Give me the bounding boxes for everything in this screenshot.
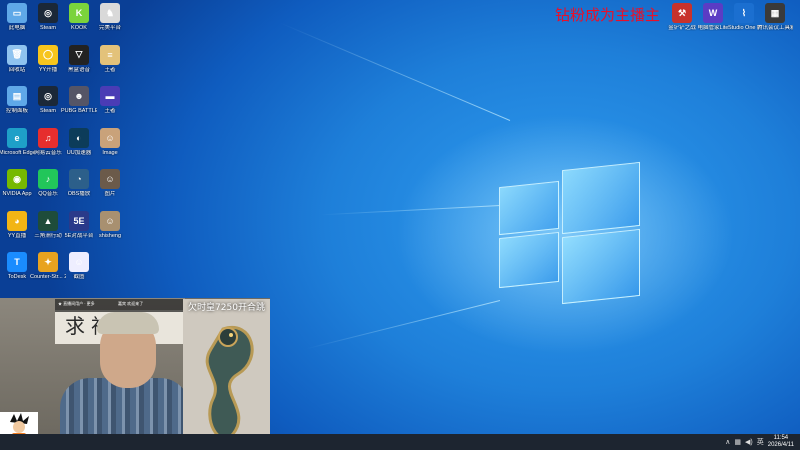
shortcut-label: shisheng xyxy=(98,232,122,239)
photo2-icon: ☺ xyxy=(100,169,120,189)
gold-shovel-icon: ⚒ xyxy=(672,3,692,23)
qq-music-icon: ♪ xyxy=(38,169,58,189)
shortcut-label: Image xyxy=(102,149,118,156)
desktop-shortcut[interactable]: ≡ 王者 xyxy=(92,44,128,73)
desktop-shortcut[interactable]: ☺ 图片 xyxy=(92,169,128,197)
heybox-icon: ▽ xyxy=(69,44,89,65)
streamer-hair xyxy=(97,312,159,334)
dragon-artwork xyxy=(183,299,270,450)
volume-icon[interactable]: ◀) xyxy=(745,438,753,446)
photo-icon: ☺ xyxy=(100,127,120,148)
windows-logo xyxy=(495,160,645,310)
photo3-icon: ☺ xyxy=(100,210,120,231)
shortcut-label: 截图 xyxy=(73,274,85,280)
live-bar-user-text: ★ 直播间用户 · 更多 xyxy=(58,301,95,306)
shortcut-label: 腾讯会议工具箱 xyxy=(757,25,793,31)
chevron-up-icon[interactable]: ∧ xyxy=(725,438,730,446)
delta-icon: ▲ xyxy=(38,210,58,231)
taskbar-clock[interactable]: 11:54 2026/4/11 xyxy=(768,435,794,449)
clock-time: 11:54 xyxy=(773,435,789,441)
pubg-icon: ☻ xyxy=(69,86,89,106)
steam-icon: ◎ xyxy=(38,86,58,106)
desktop-shortcut[interactable]: ♞ 完美平台 xyxy=(92,3,128,31)
kook-icon: K xyxy=(69,3,89,23)
edge-icon: e xyxy=(7,127,27,148)
clock-date: 2026/4/11 xyxy=(767,442,794,448)
perfect-icon: ♞ xyxy=(100,3,120,23)
obs-icon: ◔ xyxy=(69,169,89,189)
shortcut-label: 完美平台 xyxy=(98,25,121,31)
nvidia-icon: ◉ xyxy=(7,169,27,189)
ime-indicator[interactable]: 英 xyxy=(757,437,764,447)
pc-manager-icon: W xyxy=(703,3,723,23)
yy-live-icon: ◕ xyxy=(7,210,27,231)
desktop-shortcut[interactable]: ▬ 王者 xyxy=(92,86,128,114)
network-icon[interactable]: ▦ xyxy=(734,438,741,446)
5e-icon: 5E xyxy=(69,210,89,231)
burger-icon: ≡ xyxy=(100,44,120,65)
shortcut-label: 图片 xyxy=(104,191,116,197)
desktop-shortcut[interactable]: ☺ Image xyxy=(92,127,128,156)
system-tray: ∧ ▦ ◀) 英 11:54 2026/4/11 xyxy=(725,434,800,450)
uu-icon: ◐ xyxy=(69,127,89,148)
taskbar xyxy=(0,434,800,450)
goku-icon: ☺ xyxy=(69,252,89,272)
cs2-icon: ✦ xyxy=(38,252,58,272)
control-panel-icon: ▤ xyxy=(7,86,27,106)
pc-icon: ▭ xyxy=(7,3,27,23)
desktop-shortcut[interactable]: ☺ shisheng xyxy=(92,210,128,239)
shortcut-label: 王者 xyxy=(104,108,116,114)
toolbox-icon: ▦ xyxy=(765,3,785,23)
todesk-icon: T xyxy=(7,252,27,272)
netease-music-icon: ♫ xyxy=(38,127,58,148)
studio-one-icon: ⌇ xyxy=(734,3,754,23)
live-bar-guest-text: 嘉宾 欢迎来了 xyxy=(118,301,144,306)
stream-overlay-text: 欠时皇7250开合跳 xyxy=(188,303,265,313)
desktop-shortcut[interactable]: ☺ 截图 xyxy=(61,252,97,280)
streamer-banner-text: 钻粉成为主播主 xyxy=(555,6,661,24)
shortcut-label: 王者 xyxy=(104,66,116,73)
yy-icon: ◯ xyxy=(38,44,58,65)
recycle-bin-icon: 🗑 xyxy=(7,44,27,65)
desktop-shortcut[interactable]: ▦ 腾讯会议工具箱 xyxy=(757,3,793,31)
steam-icon: ◎ xyxy=(38,3,58,23)
dragon-illustration xyxy=(183,299,270,450)
wangzhe-icon: ▬ xyxy=(100,86,120,106)
